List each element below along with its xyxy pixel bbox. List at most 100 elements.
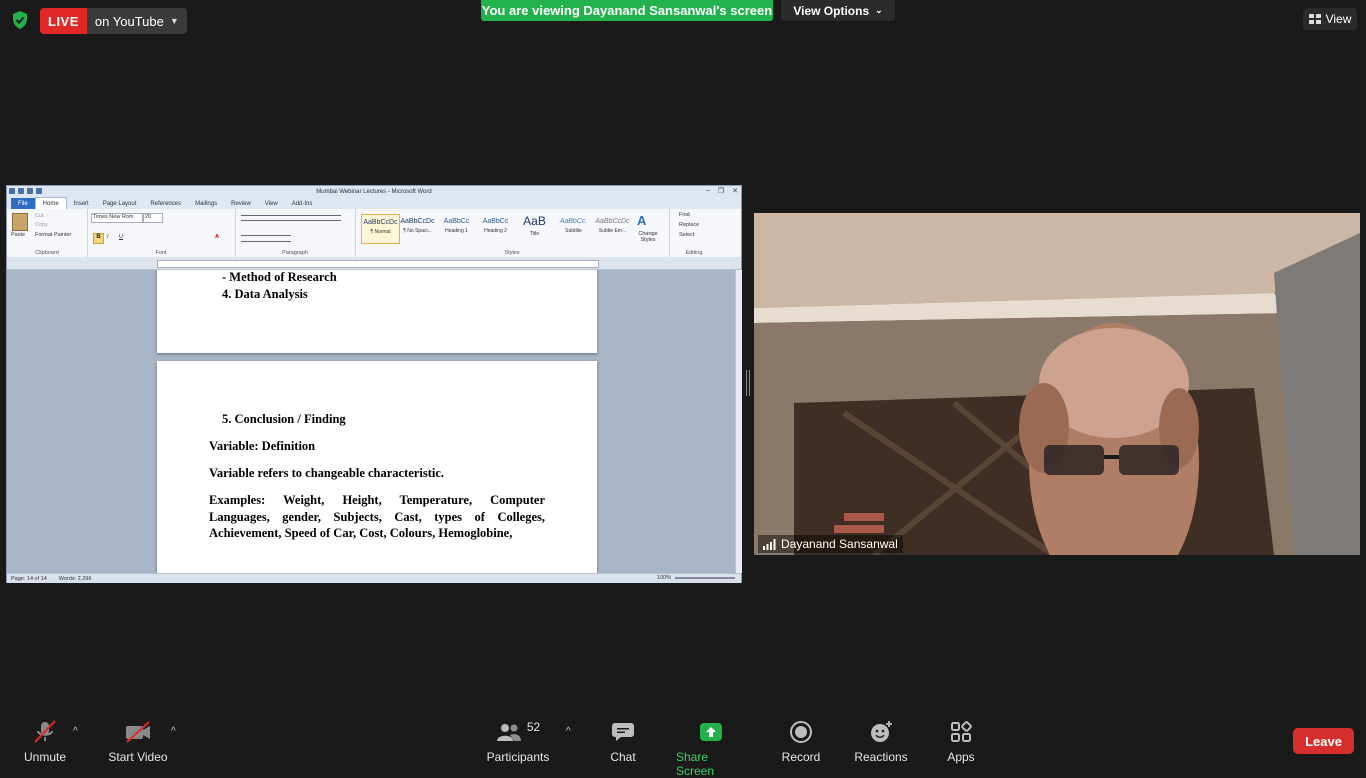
document-scrollbar [735, 270, 742, 573]
replace-label: Replace [679, 222, 700, 228]
unmute-label: Unmute [23, 750, 67, 764]
viewing-screen-banner: You are viewing Dayanand Sansanwal's scr… [481, 0, 773, 21]
change-styles-label: Change Styles [638, 231, 658, 243]
word-status-bar: Page: 14 of 14 Words: 2,296 100% [7, 573, 741, 583]
style-title: AaB Title [516, 214, 553, 242]
doc-line-variable-definition: Variable: Definition [209, 439, 316, 453]
style-sample: AaBbCc [482, 218, 509, 225]
signal-strength-icon [763, 538, 776, 550]
chevron-down-icon: ⌄ [875, 5, 883, 15]
chat-icon [611, 720, 635, 744]
word-title-bar: Mumbai Webinar Lectures - Microsoft Word… [7, 186, 741, 197]
chat-label: Chat [610, 750, 636, 764]
record-icon [790, 720, 812, 744]
paste-icon [12, 213, 28, 231]
tab-references: References [150, 200, 182, 207]
style-name: ¶ Normal [370, 229, 391, 235]
camera-off-icon [124, 720, 152, 744]
apps-button[interactable]: Apps [944, 720, 978, 764]
font-size-value: 20 [145, 214, 152, 220]
underline-icon: U [119, 234, 123, 240]
tab-home: Home [34, 197, 67, 209]
participants-label: Participants [486, 750, 550, 764]
start-video-button[interactable]: Start Video [106, 720, 170, 764]
participant-video-tile[interactable]: Dayanand Sansanwal [754, 213, 1360, 555]
align-controls-icon [241, 235, 291, 242]
split-view-handle[interactable] [746, 370, 750, 396]
live-badge: LIVE [40, 8, 87, 34]
font-group: Times New Rom 20 B I U A Font [87, 209, 236, 257]
live-streaming-pill[interactable]: LIVE on YouTube ▼ [40, 8, 187, 34]
style-sample: AaBbCcDc [595, 218, 630, 225]
record-label: Record [781, 750, 821, 764]
bold-icon: B [93, 233, 104, 244]
style-name: Heading 2 [484, 228, 507, 234]
participant-video-image [754, 213, 1360, 555]
view-options-button[interactable]: View Options ⌄ [781, 0, 895, 21]
reactions-button[interactable]: Reactions [854, 720, 908, 764]
style-sample: AaB [523, 214, 546, 228]
record-button[interactable]: Record [781, 720, 821, 764]
font-color-icon: A [215, 234, 219, 240]
word-window-title: Mumbai Webinar Lectures - Microsoft Word [316, 188, 432, 195]
participants-button[interactable]: 52 Participants [486, 720, 550, 764]
doc-line-data-analysis: 4. Data Analysis [222, 287, 308, 301]
leave-button[interactable]: Leave [1293, 728, 1354, 754]
video-options-caret-icon[interactable]: ^ [171, 726, 176, 737]
style-sample: AaBbCc [443, 218, 470, 225]
start-video-label: Start Video [108, 750, 168, 764]
minimize-icon: – [705, 187, 710, 194]
document-page-upper: - Method of Research 4. Data Analysis [157, 270, 597, 353]
microphone-muted-icon [32, 720, 58, 744]
doc-line-method: - Method of Research [222, 270, 337, 284]
style-name: Subtitle [565, 228, 582, 234]
tab-review: Review [231, 200, 251, 207]
security-shield-icon[interactable] [10, 10, 30, 30]
italic-icon: I [107, 234, 109, 240]
doc-line-variable-refers: Variable refers to changeable characteri… [209, 466, 445, 480]
horizontal-ruler [7, 257, 741, 270]
style-normal: AaBbCcDc ¶ Normal [361, 214, 400, 244]
smiley-add-icon [869, 720, 893, 744]
caret-down-icon: ▼ [169, 16, 179, 26]
style-name: Title [529, 231, 540, 237]
copy-label: Copy [35, 222, 48, 228]
live-target-label: on YouTube [94, 13, 164, 29]
tab-view: View [264, 200, 278, 207]
window-controls: – ❐ ✕ [706, 187, 738, 195]
clipboard-group-label: Clipboard [35, 250, 59, 256]
audio-options-caret-icon[interactable]: ^ [73, 726, 78, 737]
find-label: Find [679, 212, 690, 218]
tab-page-layout: Page Layout [102, 200, 137, 207]
font-name-box: Times New Rom [91, 213, 143, 223]
styles-group-label: Styles [504, 250, 520, 256]
document-canvas: - Method of Research 4. Data Analysis 5.… [7, 270, 735, 573]
share-screen-button[interactable]: Share Screen [676, 720, 746, 778]
apps-label: Apps [947, 750, 975, 764]
style-sample: AaBbCc. [559, 218, 588, 225]
word-ribbon: Paste Cut Copy Format Painter Clipboard … [7, 209, 741, 258]
unmute-button[interactable]: Unmute [22, 720, 68, 764]
change-styles-icon: A [637, 213, 647, 228]
word-ribbon-tabs: File Home Insert Page Layout References … [7, 197, 741, 209]
restore-icon: ❐ [717, 188, 725, 195]
apps-icon [950, 720, 972, 744]
close-icon: ✕ [732, 188, 738, 195]
participants-options-caret-icon[interactable]: ^ [566, 726, 571, 737]
style-subtle-emphasis: AaBbCcDc Subtle Em... [594, 214, 631, 242]
editing-group-label: Editing [685, 250, 703, 256]
participant-name-label: Dayanand Sansanwal [758, 535, 903, 553]
list-controls-icon [241, 215, 341, 221]
style-subtitle: AaBbCc. Subtitle [555, 214, 592, 242]
ruler-track [157, 260, 599, 268]
chat-button[interactable]: Chat [607, 720, 639, 764]
view-button[interactable]: View [1303, 8, 1357, 30]
style-name: Subtle Em... [598, 228, 627, 234]
zoom-level: 100% [656, 575, 671, 581]
view-label: View [1325, 12, 1352, 26]
style-heading-1: AaBbCc Heading 1 [438, 214, 475, 242]
participant-name: Dayanand Sansanwal [781, 537, 898, 551]
font-name-value: Times New Rom [93, 214, 134, 220]
reactions-label: Reactions [854, 750, 908, 764]
tab-file: File [11, 198, 35, 209]
